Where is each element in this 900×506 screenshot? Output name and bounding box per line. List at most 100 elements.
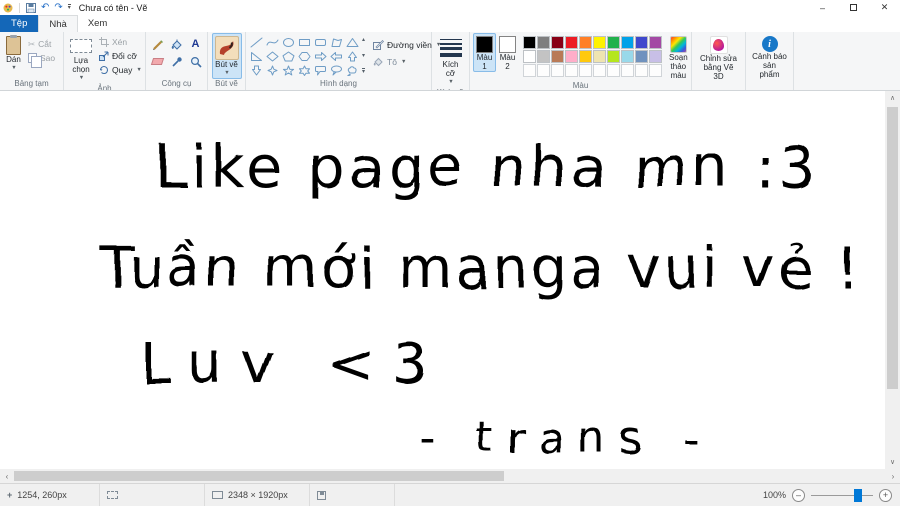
zoom-slider-thumb[interactable]: [854, 489, 862, 502]
palette-color-cell[interactable]: [579, 36, 592, 49]
palette-color-cell[interactable]: [593, 36, 606, 49]
vertical-scrollbar[interactable]: ∧ ∨: [885, 91, 900, 469]
palette-color-cell[interactable]: [579, 50, 592, 63]
shape-callout-oval[interactable]: [329, 64, 344, 77]
palette-color-cell[interactable]: [649, 50, 662, 63]
shape-arrow-right[interactable]: [313, 50, 328, 63]
undo-button[interactable]: ↶: [41, 3, 49, 13]
palette-color-cell[interactable]: [537, 50, 550, 63]
shape-line[interactable]: [249, 36, 264, 49]
tab-file[interactable]: Tệp: [0, 15, 38, 32]
palette-empty-cell[interactable]: [593, 64, 606, 77]
fill-tool-button[interactable]: [168, 37, 185, 52]
scroll-down-icon[interactable]: ∨: [885, 455, 900, 469]
magnifier-tool-button[interactable]: [187, 54, 204, 69]
text-tool-button[interactable]: A: [187, 37, 204, 52]
shape-hexagon[interactable]: [297, 50, 312, 63]
palette-empty-cell[interactable]: [635, 64, 648, 77]
shape-ellipse[interactable]: [281, 36, 296, 49]
drawing-canvas[interactable]: Like page nha mn :3 Tuần mới manga vui v…: [0, 91, 885, 469]
palette-empty-cell[interactable]: [621, 64, 634, 77]
palette-color-cell[interactable]: [565, 36, 578, 49]
vertical-scroll-thumb[interactable]: [887, 107, 898, 389]
shape-pentagon[interactable]: [281, 50, 296, 63]
shape-rounded-rectangle[interactable]: [313, 36, 328, 49]
palette-color-cell[interactable]: [635, 50, 648, 63]
maximize-button[interactable]: [838, 0, 869, 15]
shape-triangle[interactable]: [345, 36, 360, 49]
size-button[interactable]: Kích cỡ▼: [435, 33, 466, 88]
color2-button[interactable]: Màu 2: [496, 33, 519, 72]
paste-button[interactable]: Dán▼: [3, 33, 24, 74]
palette-color-cell[interactable]: [523, 50, 536, 63]
shape-callout-rounded[interactable]: [313, 64, 328, 77]
shape-star-5[interactable]: [281, 64, 296, 77]
palette-color-cell[interactable]: [551, 50, 564, 63]
zoom-in-button[interactable]: +: [879, 489, 892, 502]
copy-button[interactable]: Sao: [26, 51, 57, 65]
palette-empty-cell[interactable]: [607, 64, 620, 77]
rotate-button[interactable]: Quay▼: [97, 63, 144, 77]
redo-button[interactable]: ↷: [54, 3, 62, 13]
edit-with-paint3d-button[interactable]: Chỉnh sửa bằng Vẽ 3D: [695, 33, 742, 82]
color1-button[interactable]: Màu 1: [473, 33, 496, 72]
eraser-tool-button[interactable]: [149, 54, 166, 69]
color-picker-tool-button[interactable]: [168, 54, 185, 69]
edit-colors-button[interactable]: Soạn thảo màu: [666, 33, 691, 81]
palette-color-cell[interactable]: [607, 36, 620, 49]
save-icon[interactable]: [26, 3, 36, 13]
zoom-slider[interactable]: [811, 495, 873, 496]
palette-empty-cell[interactable]: [537, 64, 550, 77]
zoom-out-button[interactable]: –: [792, 489, 805, 502]
horizontal-scrollbar[interactable]: ‹ ›: [0, 469, 900, 483]
palette-empty-cell[interactable]: [523, 64, 536, 77]
shape-diamond[interactable]: [265, 50, 280, 63]
group-brushes: Bút vẽ▼ Bút vẽ: [208, 32, 246, 90]
select-button[interactable]: Lựa chọn▼: [67, 33, 95, 84]
palette-color-cell[interactable]: [537, 36, 550, 49]
scroll-left-icon[interactable]: ‹: [0, 472, 14, 481]
palette-color-cell[interactable]: [607, 50, 620, 63]
tab-home[interactable]: Nhà: [38, 15, 77, 32]
shape-right-triangle[interactable]: [249, 50, 264, 63]
palette-color-cell[interactable]: [649, 36, 662, 49]
palette-empty-cell[interactable]: [649, 64, 662, 77]
shape-callout-cloud[interactable]: [345, 64, 360, 77]
shape-arrow-down[interactable]: [249, 64, 264, 77]
palette-color-cell[interactable]: [593, 50, 606, 63]
palette-color-cell[interactable]: [551, 36, 564, 49]
shape-polygon[interactable]: [329, 36, 344, 49]
palette-color-cell[interactable]: [635, 36, 648, 49]
brushes-button[interactable]: Bút vẽ▼: [212, 33, 242, 79]
shape-rectangle[interactable]: [297, 36, 312, 49]
gallery-down-icon[interactable]: ▾: [362, 53, 365, 60]
shape-arrow-up[interactable]: [345, 50, 360, 63]
shape-arrow-left[interactable]: [329, 50, 344, 63]
palette-color-cell[interactable]: [523, 36, 536, 49]
shape-star-6[interactable]: [297, 64, 312, 77]
palette-empty-cell[interactable]: [565, 64, 578, 77]
shape-star-4[interactable]: [265, 64, 280, 77]
palette-color-cell[interactable]: [565, 50, 578, 63]
group-label-colors: Màu: [473, 81, 688, 91]
qat-menu-button[interactable]: ▾: [68, 4, 71, 11]
product-alerts-button[interactable]: i Cảnh báo sản phẩm: [749, 33, 790, 80]
cut-button[interactable]: ✂ Cắt: [26, 37, 57, 51]
shape-curve[interactable]: [265, 36, 280, 49]
resize-button[interactable]: Đổi cỡ: [97, 49, 144, 63]
palette-color-cell[interactable]: [621, 50, 634, 63]
scroll-up-icon[interactable]: ∧: [885, 91, 900, 105]
gallery-up-icon[interactable]: ▴: [362, 37, 365, 44]
palette-color-cell[interactable]: [621, 36, 634, 49]
scroll-right-icon[interactable]: ›: [886, 472, 900, 481]
crop-button[interactable]: Xén: [97, 35, 144, 49]
palette-empty-cell[interactable]: [579, 64, 592, 77]
selection-size-icon: [107, 491, 118, 499]
tab-view[interactable]: Xem: [78, 15, 118, 32]
minimize-button[interactable]: –: [807, 0, 838, 15]
gallery-more-icon[interactable]: ▾: [362, 68, 365, 76]
close-button[interactable]: ✕: [869, 0, 900, 15]
pencil-tool-button[interactable]: [149, 37, 166, 52]
palette-empty-cell[interactable]: [551, 64, 564, 77]
horizontal-scroll-thumb[interactable]: [14, 471, 504, 481]
